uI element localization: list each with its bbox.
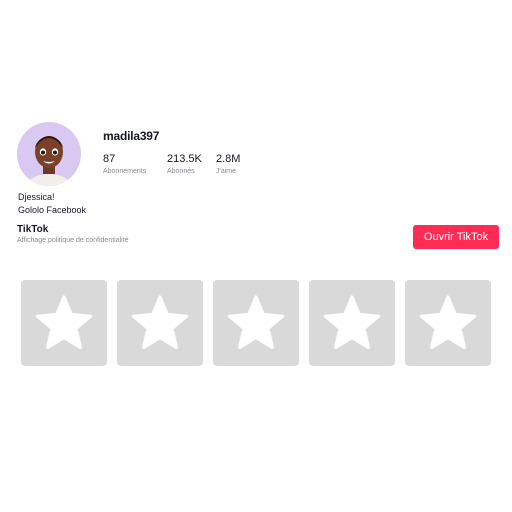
star-icon [228, 295, 284, 349]
star-icon [36, 295, 92, 349]
video-thumbnail[interactable] [213, 280, 299, 366]
star-icon [132, 295, 188, 349]
bio-line-1: Djessica! [18, 192, 55, 202]
stat-likes-label: J'aime [216, 168, 237, 175]
privacy-policy-link[interactable]: Affichage politique de confidentialité [17, 237, 129, 244]
stat-followers-label: Abonnés [167, 168, 195, 175]
stat-followers-value: 213.5K [167, 153, 202, 165]
star-icon [324, 295, 380, 349]
avatar[interactable] [17, 122, 81, 186]
bio-line-2: Gololo Facebook [18, 205, 87, 215]
stat-following: 87 Abonnements [103, 153, 146, 175]
star-icon [420, 295, 476, 349]
stat-following-value: 87 [103, 153, 116, 165]
video-thumbnail[interactable] [117, 280, 203, 366]
video-thumbnail[interactable] [309, 280, 395, 366]
open-tiktok-button[interactable]: Ouvrir TikTok [413, 225, 499, 249]
avatar-illustration [27, 136, 71, 186]
video-grid [21, 280, 491, 366]
tiktok-brand: TikTok [17, 224, 49, 235]
video-thumbnail[interactable] [21, 280, 107, 366]
video-thumbnail[interactable] [405, 280, 491, 366]
username: madila397 [103, 129, 160, 143]
stat-following-label: Abonnements [103, 168, 147, 175]
stat-likes-value: 2.8M [216, 153, 241, 165]
stat-followers: 213.5K Abonnés [167, 153, 202, 175]
stat-likes: 2.8M J'aime [216, 153, 240, 175]
